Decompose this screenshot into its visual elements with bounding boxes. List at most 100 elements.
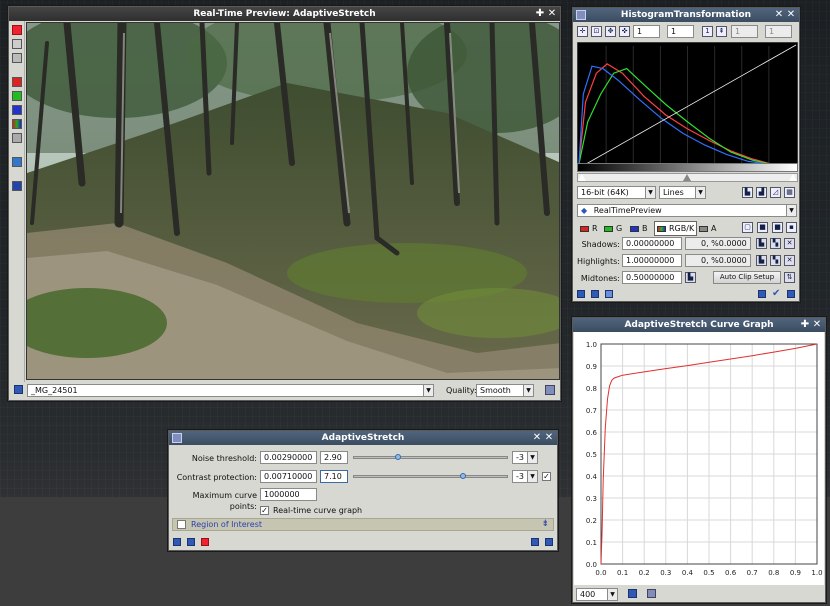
zoom-fit-icon[interactable]: ⊡	[591, 26, 602, 37]
highlights-handle[interactable]	[789, 174, 797, 181]
channel-option-2-icon[interactable]: ■	[757, 222, 768, 233]
contrast-exponent-select[interactable]: -3 ▼	[512, 470, 538, 483]
noise-threshold-input[interactable]: 0.00290000	[260, 451, 317, 464]
apply-icon[interactable]	[187, 538, 195, 546]
reset-icon[interactable]	[545, 538, 553, 546]
zoom-icon[interactable]	[12, 39, 22, 49]
x-tick-label: 0.9	[790, 569, 801, 577]
maximize-icon[interactable]: ✚	[799, 319, 811, 331]
midtones-handle[interactable]	[683, 174, 691, 181]
channel-a[interactable]: A	[699, 223, 716, 234]
rejected-icon[interactable]: ▟	[756, 187, 767, 198]
plot-mode-select[interactable]: Lines ▼	[659, 186, 706, 199]
close-icon[interactable]: ✕	[785, 9, 797, 21]
contrast-mantissa-input[interactable]: 7.10	[320, 470, 348, 483]
graph-size-select[interactable]: 400 ▼	[576, 588, 618, 601]
channel-b[interactable]: B	[630, 223, 648, 234]
max-curve-points-input[interactable]: 1000000	[260, 488, 317, 501]
highlights-zero-icon[interactable]: ✕	[784, 255, 795, 266]
histogram-handle-track[interactable]	[577, 173, 798, 182]
zoom-vertical-spinner[interactable]: 1	[667, 25, 694, 38]
green-channel-icon[interactable]	[12, 91, 22, 101]
preview-image[interactable]	[26, 22, 560, 380]
image-selector[interactable]: _MG_24501 ▼	[27, 384, 434, 397]
copy-icon[interactable]	[12, 53, 22, 63]
view-selector[interactable]: ◆ RealTimePreview ▼	[577, 204, 797, 217]
shadows-auto-icon[interactable]: ▚	[770, 238, 781, 249]
blue-channel-icon[interactable]	[12, 105, 22, 115]
highlights-auto-icon[interactable]: ▚	[770, 255, 781, 266]
bit-depth-select[interactable]: 16-bit (64K) ▼	[577, 186, 656, 199]
grid-icon[interactable]: ▦	[784, 187, 795, 198]
zoom-horizontal-spinner[interactable]: 1	[633, 25, 660, 38]
adaptive-titlebar[interactable]: AdaptiveStretch ✕ ✕	[169, 431, 557, 445]
contrast-protection-input[interactable]: 0.00710000	[260, 470, 317, 483]
zoom-in-icon[interactable]: ✥	[605, 26, 616, 37]
shadows-zero-icon[interactable]: ✕	[784, 238, 795, 249]
move-up-icon[interactable]: ⇞	[716, 26, 727, 37]
realtime-curve-graph-checkbox[interactable]: ✓	[260, 506, 269, 515]
rgb-channel-icon[interactable]	[12, 119, 22, 129]
log-graph-icon[interactable]: ▙	[742, 187, 753, 198]
real-time-preview-icon[interactable]	[201, 538, 209, 546]
reset-icon[interactable]	[787, 290, 795, 298]
shade-icon[interactable]: ✕	[531, 432, 543, 444]
noise-threshold-slider[interactable]	[353, 456, 508, 459]
documentation-icon[interactable]	[531, 538, 539, 546]
close-icon[interactable]: ✕	[811, 319, 823, 331]
highlights-label: Highlights:	[577, 257, 620, 266]
export-graph-icon[interactable]	[628, 589, 637, 598]
curve-graph-titlebar[interactable]: AdaptiveStretch Curve Graph ✚ ✕	[573, 318, 825, 332]
noise-mantissa-input[interactable]: 2.90	[320, 451, 348, 464]
channel-option-4-icon[interactable]: ▪	[786, 222, 797, 233]
midtones-input[interactable]: 0.50000000	[622, 271, 682, 284]
documentation-icon[interactable]	[758, 290, 766, 298]
highlights-reset-icon[interactable]: ▙	[756, 255, 767, 266]
settings-icon[interactable]	[12, 181, 22, 191]
preview-titlebar[interactable]: Real-Time Preview: AdaptiveStretch ✚ ✕	[9, 7, 560, 21]
new-instance-icon[interactable]	[577, 290, 585, 298]
graph-options-icon[interactable]	[647, 589, 656, 598]
histogram-plot[interactable]	[577, 42, 798, 172]
contrast-protection-slider-knob[interactable]	[460, 473, 467, 479]
region-of-interest-section[interactable]: Region of Interest ⇟	[172, 518, 554, 531]
new-instance-icon[interactable]	[173, 538, 181, 546]
curve-icon[interactable]: ◿	[770, 187, 781, 198]
channel-option-3-icon[interactable]: ■	[772, 222, 783, 233]
realtime-toggle-icon[interactable]	[12, 25, 22, 35]
shadows-handle[interactable]	[578, 174, 586, 181]
maximize-icon[interactable]: ✚	[534, 8, 546, 20]
histogram-titlebar[interactable]: HistogramTransformation ✕ ✕	[573, 8, 799, 22]
noise-exponent-select[interactable]: -3 ▼	[512, 451, 538, 464]
shadows-reset-icon[interactable]: ▙	[756, 238, 767, 249]
channel-r[interactable]: R	[580, 223, 598, 234]
real-time-preview-icon[interactable]	[605, 290, 613, 298]
red-channel-icon[interactable]	[12, 77, 22, 87]
alpha-channel-icon[interactable]	[12, 133, 22, 143]
shade-icon[interactable]: ✕	[773, 9, 785, 21]
apply-global-icon[interactable]: ✔	[772, 288, 780, 299]
channel-option-1-icon[interactable]: ▢	[742, 222, 753, 233]
reset-zoom-icon[interactable]: 1	[702, 26, 713, 37]
channel-rgbk[interactable]: RGB/K	[654, 221, 698, 236]
channel-g[interactable]: G	[604, 223, 622, 234]
contrast-protection-enabled-checkbox[interactable]: ✓	[542, 472, 551, 481]
contrast-protection-slider[interactable]	[353, 475, 508, 478]
auto-clip-setup-button[interactable]: Auto Clip Setup	[713, 271, 781, 284]
apply-icon[interactable]	[591, 290, 599, 298]
highlights-input[interactable]: 1.00000000	[622, 254, 682, 267]
preview-options-icon[interactable]	[545, 385, 555, 395]
pan-icon[interactable]: ✜	[619, 26, 630, 37]
close-icon[interactable]: ✕	[543, 432, 555, 444]
region-of-interest-checkbox[interactable]	[177, 520, 186, 529]
tool-icon[interactable]	[12, 157, 22, 167]
midtones-auto-icon[interactable]: ⇅	[784, 272, 795, 283]
quality-select[interactable]: Smooth ▼	[476, 384, 534, 397]
noise-threshold-slider-knob[interactable]	[394, 454, 401, 460]
close-icon[interactable]: ✕	[546, 8, 558, 20]
expand-icon[interactable]: ⇟	[541, 519, 549, 529]
midtones-reset-icon[interactable]: ▙	[685, 272, 696, 283]
shadows-input[interactable]: 0.00000000	[622, 237, 682, 250]
crosshair-icon[interactable]: ✛	[577, 26, 588, 37]
curve-graph-chart[interactable]: 1.0 0.9 0.8 0.7 0.6 0.5 0.4 0.3 0.2 0.1 0.0 0.0 0.1…	[574, 332, 824, 585]
